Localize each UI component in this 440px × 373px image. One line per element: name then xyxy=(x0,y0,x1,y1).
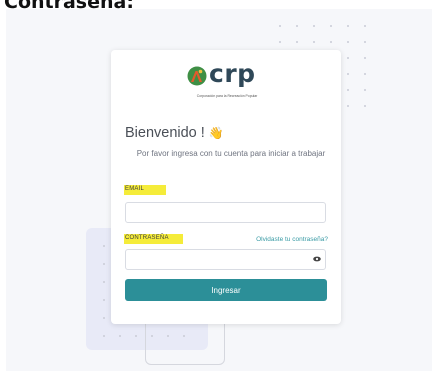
crp-logo-icon xyxy=(187,66,207,86)
welcome-text: Bienvenido ! xyxy=(125,125,205,141)
login-card: crp Corporación para la Recreación Popul… xyxy=(111,50,341,324)
brand-tagline: Corporación para la Recreación Popular xyxy=(196,94,258,98)
email-field[interactable] xyxy=(125,202,326,223)
waving-hand-icon: 👋 xyxy=(208,126,224,140)
forgot-password-link[interactable]: Olvidaste tu contraseña? xyxy=(256,236,328,243)
brand-logo: crp Corporación para la Recreación Popul… xyxy=(187,59,267,102)
email-label: EMAIL xyxy=(124,185,166,195)
eye-icon[interactable] xyxy=(313,256,321,262)
login-subtitle: Por favor ingresa con tu cuenta para ini… xyxy=(136,149,326,158)
password-field[interactable] xyxy=(125,249,326,270)
login-button[interactable]: Ingresar xyxy=(125,279,327,301)
brand-name: crp xyxy=(209,59,256,88)
password-label: CONTRASEÑA xyxy=(124,234,183,244)
welcome-heading: Bienvenido ! 👋 xyxy=(125,125,224,141)
